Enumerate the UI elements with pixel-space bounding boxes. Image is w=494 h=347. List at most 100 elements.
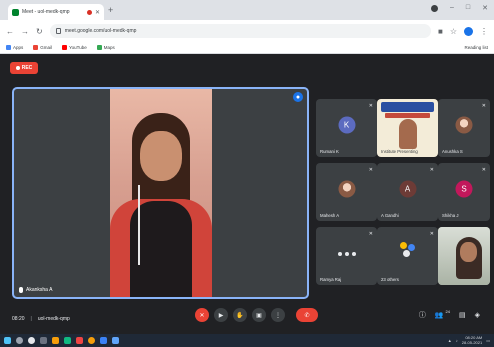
file-explorer-icon[interactable] bbox=[52, 337, 59, 344]
youtube-icon bbox=[62, 45, 68, 50]
app-icon[interactable] bbox=[64, 337, 71, 344]
meeting-code: uol-medk-qmp bbox=[37, 316, 70, 322]
chat-icon[interactable]: ▤ bbox=[459, 311, 466, 319]
raise-hand-button[interactable]: ✋ bbox=[233, 308, 247, 322]
presenter-video bbox=[399, 119, 417, 149]
bookmarks-bar: Apps Gmail YouTube Maps Reading list bbox=[0, 42, 494, 54]
reload-icon[interactable]: ↻ bbox=[36, 27, 43, 36]
people-icon[interactable]: 👥 bbox=[435, 311, 444, 319]
participant-tile[interactable]: ✕ Mahesh A bbox=[316, 163, 377, 221]
back-icon[interactable]: ← bbox=[6, 27, 14, 36]
mic-off-icon: ✕ bbox=[368, 231, 373, 237]
profile-photo bbox=[455, 116, 473, 134]
bookmark-youtube[interactable]: YouTube bbox=[62, 45, 87, 50]
apps-icon bbox=[6, 45, 11, 50]
meeting-info: 08:20 | uol-medk-qmp bbox=[12, 316, 70, 322]
gmail-icon bbox=[33, 45, 39, 50]
present-button[interactable]: ▣ bbox=[252, 308, 266, 322]
profile-photo bbox=[338, 180, 355, 198]
reading-list[interactable]: Reading list bbox=[464, 45, 488, 50]
presentation-tile[interactable]: Institute Presenting bbox=[377, 99, 438, 157]
leave-call-button[interactable]: ✆ bbox=[296, 308, 318, 322]
network-icon[interactable]: ▲ bbox=[448, 338, 452, 343]
participant-video bbox=[110, 89, 212, 297]
clock[interactable]: 08:20 AM 28-05-2021 bbox=[462, 335, 482, 345]
app-icon[interactable] bbox=[76, 337, 83, 344]
group-logo-icon bbox=[399, 242, 416, 258]
participant-count: 24 bbox=[445, 309, 450, 314]
participant-tile[interactable]: ✕ A A Gandhi bbox=[377, 163, 438, 221]
close-window-icon[interactable]: ✕ bbox=[482, 4, 488, 12]
camera-permission-icon[interactable]: ■ bbox=[438, 27, 443, 36]
address-bar[interactable]: meet.google.com/uol-medk-qmp bbox=[49, 24, 431, 38]
volume-icon[interactable]: ♪ bbox=[456, 338, 458, 343]
meet-favicon-icon bbox=[12, 8, 19, 16]
close-tab-icon[interactable]: ✕ bbox=[95, 9, 100, 16]
mic-off-icon: ✕ bbox=[481, 167, 486, 173]
mic-toggle-button[interactable]: ✕ bbox=[195, 308, 209, 322]
start-icon[interactable] bbox=[4, 337, 11, 344]
browser-tabstrip: Meet - uol-medk-qmp ✕ + – □ ✕ bbox=[0, 0, 494, 20]
participant-tile[interactable] bbox=[438, 227, 490, 285]
mic-off-icon: ✕ bbox=[368, 103, 373, 109]
bookmark-maps[interactable]: Maps bbox=[96, 45, 115, 50]
mic-off-icon: ✕ bbox=[429, 231, 434, 237]
meeting-time: 08:20 bbox=[12, 316, 25, 322]
participant-tile[interactable]: ✕ Ramya Raj bbox=[316, 227, 377, 285]
avatar: S bbox=[455, 180, 473, 198]
mic-off-icon: ✕ bbox=[481, 103, 486, 109]
tab-title: Meet - uol-medk-qmp bbox=[22, 9, 70, 15]
avatar: K bbox=[338, 116, 355, 134]
menu-icon[interactable]: ⋮ bbox=[480, 27, 488, 36]
notifications-icon[interactable]: ▭ bbox=[486, 338, 490, 343]
new-tab-button[interactable]: + bbox=[108, 5, 113, 15]
maps-icon bbox=[96, 45, 102, 50]
recording-badge: REC bbox=[10, 62, 38, 74]
activities-icon[interactable]: ◈ bbox=[475, 311, 480, 319]
app-icon[interactable] bbox=[100, 337, 107, 344]
side-controls: ⓘ 👥 24 ▤ ◈ bbox=[419, 309, 480, 320]
forward-icon[interactable]: → bbox=[21, 27, 29, 36]
record-dot-icon bbox=[15, 66, 20, 70]
windows-taskbar: ▲ ♪ 08:20 AM 28-05-2021 ▭ bbox=[0, 334, 494, 347]
participant-tile[interactable]: ✕ Anushka S bbox=[438, 99, 490, 157]
speaking-dots-icon bbox=[337, 251, 356, 256]
url-text: meet.google.com/uol-medk-qmp bbox=[64, 28, 137, 34]
system-tray: ▲ ♪ 08:20 AM 28-05-2021 ▭ bbox=[448, 335, 490, 345]
camera-toggle-button[interactable]: ▶ bbox=[214, 308, 228, 322]
browser-toolbar: ← → ↻ meet.google.com/uol-medk-qmp ■ ☆ ⋮ bbox=[0, 20, 494, 42]
bookmark-gmail[interactable]: Gmail bbox=[33, 45, 52, 50]
participant-tile[interactable]: ✕ K Rumani K bbox=[316, 99, 377, 157]
task-view-icon[interactable] bbox=[28, 337, 35, 344]
star-icon[interactable]: ☆ bbox=[450, 27, 457, 36]
main-participant-name: Akanksha A bbox=[19, 287, 52, 293]
more-options-button[interactable]: ⋮ bbox=[271, 308, 285, 322]
app-icon[interactable] bbox=[40, 337, 47, 344]
profile-icon[interactable] bbox=[430, 5, 438, 12]
bookmark-apps[interactable]: Apps bbox=[6, 45, 23, 50]
pin-icon[interactable]: ● bbox=[293, 92, 303, 102]
presentation-banner bbox=[381, 102, 434, 112]
mic-off-icon: ✕ bbox=[368, 167, 373, 173]
face bbox=[140, 131, 182, 181]
chrome-icon[interactable] bbox=[88, 337, 95, 344]
app-icon[interactable] bbox=[112, 337, 119, 344]
minimize-icon[interactable]: – bbox=[450, 4, 454, 12]
mic-icon bbox=[19, 287, 23, 293]
meet-stage: REC ● Akanksha A ✕ K Rumani K Institute … bbox=[0, 54, 494, 334]
main-video-tile[interactable]: ● Akanksha A bbox=[12, 87, 309, 299]
others-tile[interactable]: ✕ 23 others bbox=[377, 227, 438, 285]
browser-tab[interactable]: Meet - uol-medk-qmp ✕ bbox=[8, 4, 104, 20]
avatar: A bbox=[399, 180, 416, 198]
account-avatar[interactable] bbox=[464, 26, 473, 36]
participant-tile[interactable]: ✕ S Shikha J bbox=[438, 163, 490, 221]
window-controls: – □ ✕ bbox=[430, 4, 488, 12]
recording-dot-icon bbox=[86, 9, 92, 15]
info-icon[interactable]: ⓘ bbox=[419, 310, 426, 320]
mic-off-icon: ✕ bbox=[429, 167, 434, 173]
earphone-wire bbox=[138, 185, 140, 265]
search-icon[interactable] bbox=[16, 337, 23, 344]
lock-icon bbox=[55, 28, 61, 34]
call-controls: ✕ ▶ ✋ ▣ ⋮ ✆ bbox=[195, 308, 318, 322]
maximize-icon[interactable]: □ bbox=[466, 4, 470, 12]
